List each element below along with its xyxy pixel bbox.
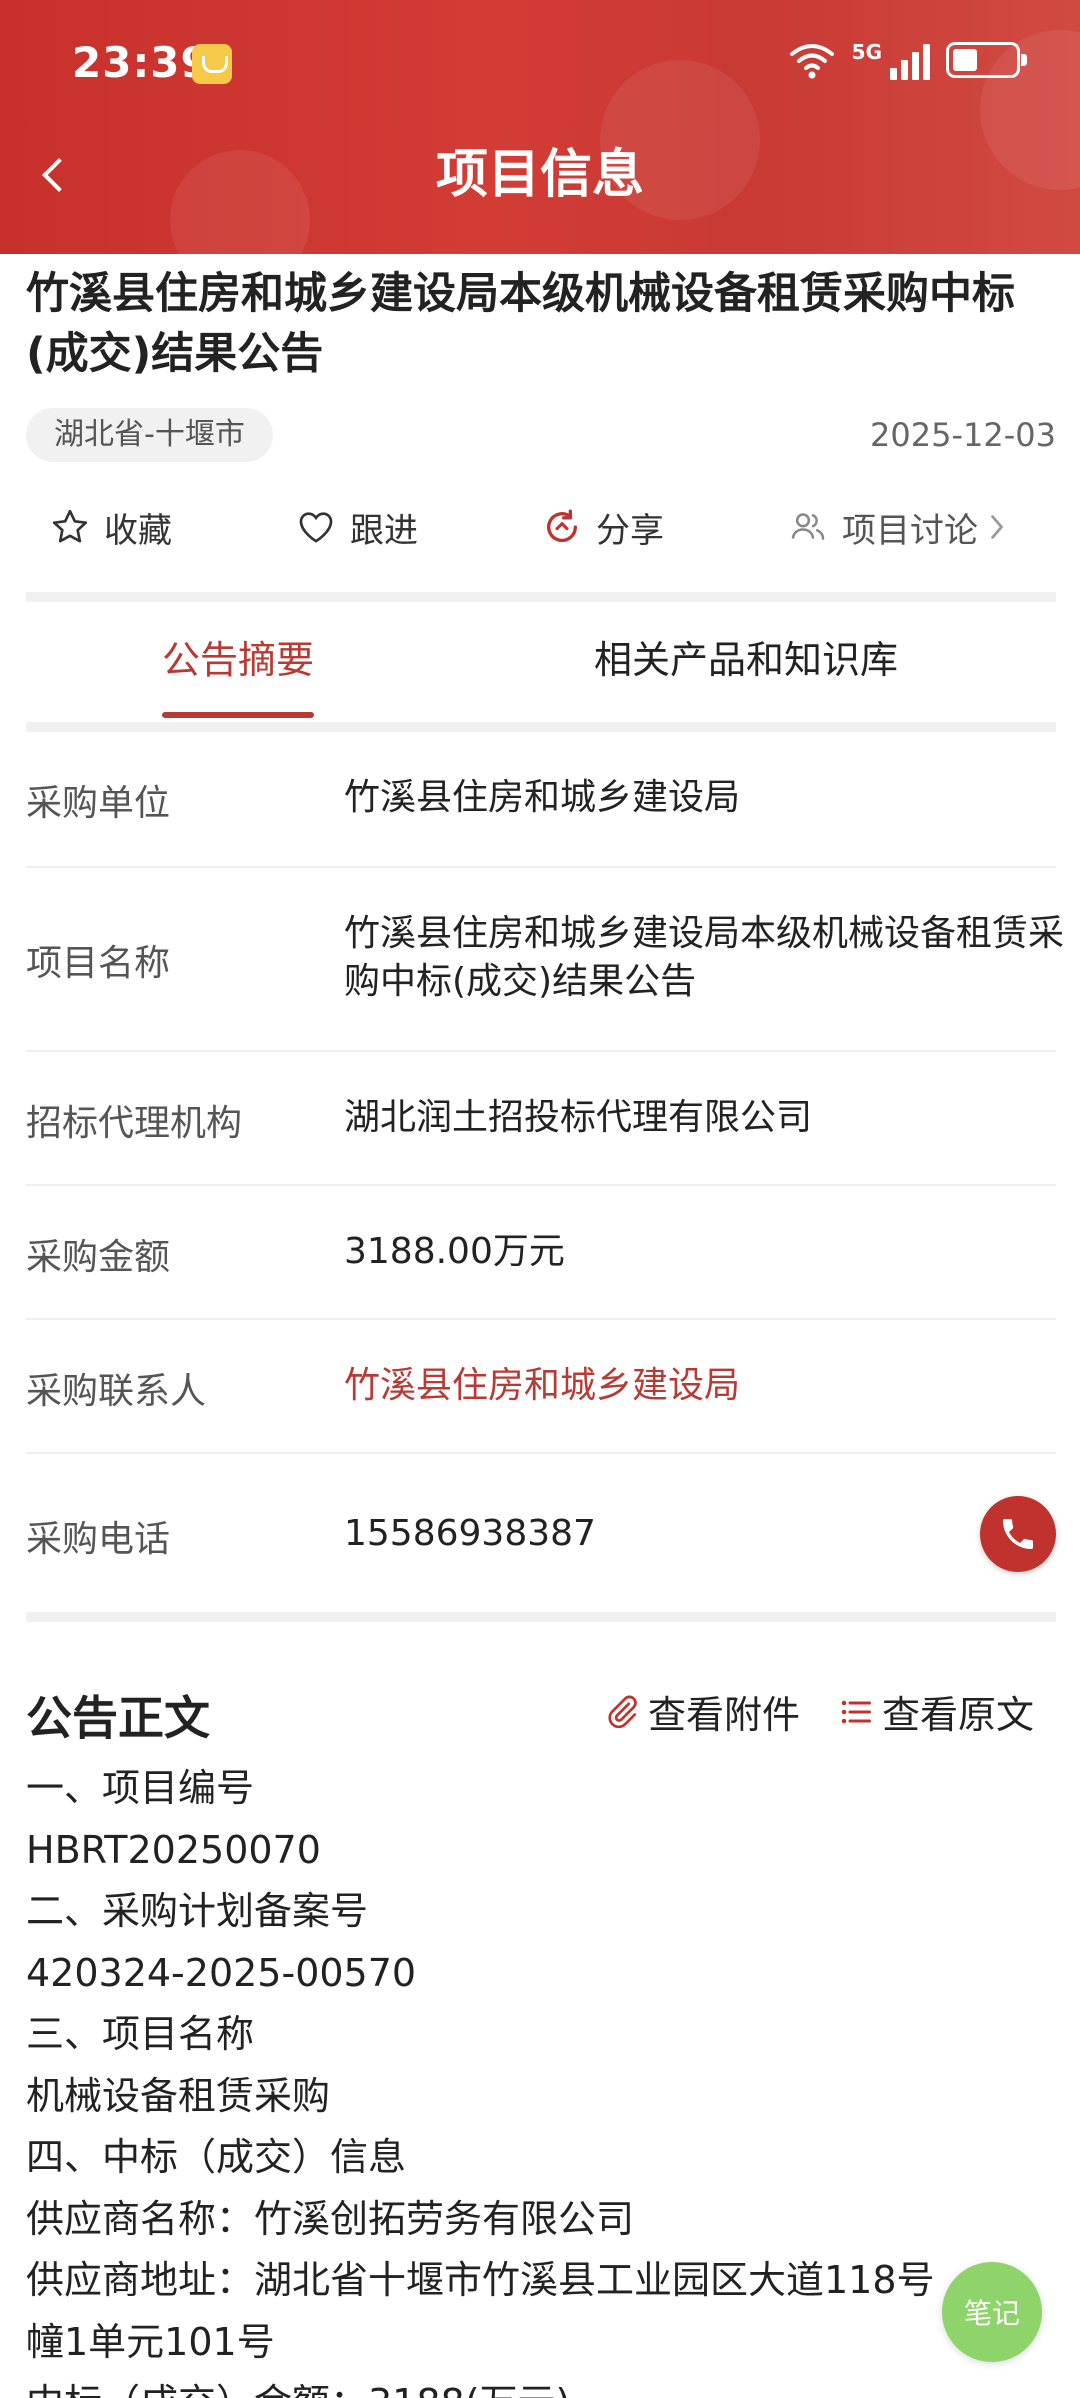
info-label: 采购电话 [26,1519,171,1560]
info-label: 项目名称 [26,943,171,984]
network-type-label: 5G [851,40,882,64]
discuss-label: 项目讨论 [842,510,978,551]
follow-button[interactable]: 跟进 [296,503,418,552]
region-tag: 湖北省-十堰市 [26,408,273,462]
info-value: 15586938387 [344,1513,596,1554]
body-title: 公告正文 [26,1691,210,1745]
body-line: 供应商地址：湖北省十堰市竹溪县工业园区大道118号 [26,2258,935,2302]
body-header: 公告正文 查看附件 查看原文 [26,1676,1056,1746]
info-label: 采购单位 [26,783,171,824]
info-label: 采购金额 [26,1237,171,1278]
view-original-button[interactable]: 查看原文 [838,1684,1034,1739]
section-divider [26,1612,1056,1622]
view-original-label: 查看原文 [882,1693,1035,1737]
share-button[interactable]: 分享 [542,503,664,552]
view-attachments-label: 查看附件 [648,1693,801,1737]
share-icon [547,509,578,543]
body-line: 三、项目名称 [26,2012,255,2056]
heart-icon [299,512,333,543]
status-time: 23:39 [72,38,211,87]
body-line: 中标（成交）金额：3188(万元) [26,2373,1056,2398]
cell-signal-icon [890,40,930,80]
announcement-body: 一、项目编号 HBRT20250070 二、采购计划备案号 420324-202… [26,1758,1056,2398]
body-line: HBRT20250070 [26,1827,321,1872]
tab-related-products[interactable]: 相关产品和知识库 [594,630,898,690]
info-value: 竹溪县住房和城乡建设局 [344,777,741,818]
discuss-button[interactable]: 项目讨论 [788,503,1010,552]
info-row-agency: 招标代理机构 湖北润土招投标代理有限公司 [26,1052,1056,1186]
info-row-purchaser: 采购单位 竹溪县住房和城乡建设局 [26,732,1056,868]
body-line: 幢1单元101号 [26,2319,275,2364]
section-divider [26,722,1056,732]
info-row-contact: 采购联系人 竹溪县住房和城乡建设局 [26,1320,1056,1454]
info-row-amount: 采购金额 3188.00万元 [26,1186,1056,1320]
view-attachments-button[interactable]: 查看附件 [604,1684,800,1739]
info-value: 竹溪县住房和城乡建设局本级机械设备租赁采购中标(成交)结果公告 [344,913,1065,1002]
body-line: 供应商名称：竹溪创拓劳务有限公司 [26,2196,635,2241]
battery-icon [946,42,1027,78]
body-line: 四、中标（成交）信息 [26,2135,407,2179]
status-bar: 23:39 5G [0,0,1080,130]
body-line: 一、项目编号 [26,1766,255,1810]
body-line: 二、采购计划备案号 [26,1889,369,1933]
call-button[interactable] [980,1496,1056,1572]
action-bar: 收藏 跟进 分享 项目讨论 [26,492,1056,562]
star-icon [52,509,88,543]
favorite-button[interactable]: 收藏 [50,503,172,552]
info-label: 招标代理机构 [26,1103,243,1144]
share-label: 分享 [596,510,664,551]
users-icon [791,513,825,540]
body-line: 420324-2025-00570 [26,1950,417,1995]
info-value: 3188.00万元 [344,1231,565,1272]
page-title: 项目信息 [435,145,644,205]
info-row-project-name: 项目名称 竹溪县住房和城乡建设局本级机械设备租赁采购中标(成交)结果公告 [26,868,1064,1052]
tab-bar: 公告摘要 相关产品和知识库 [26,610,1056,722]
body-line: 机械设备租赁采购 [26,2073,331,2118]
contact-link[interactable]: 竹溪县住房和城乡建设局 [344,1362,1064,1410]
note-button[interactable]: 笔记 [942,2262,1042,2362]
info-value: 湖北润土招投标代理有限公司 [344,1097,813,1138]
announcement-title: 竹溪县住房和城乡建设局本级机械设备租赁采购中标(成交)结果公告 [26,269,1015,379]
paperclip-icon [608,1695,637,1728]
follow-label: 跟进 [350,510,418,551]
list-icon [841,1700,871,1723]
notification-app-icon [192,44,232,84]
info-label: 采购联系人 [26,1371,207,1412]
chevron-right-icon [991,515,1004,539]
favorite-label: 收藏 [104,510,172,551]
app-header: 23:39 5G 项目信息 [0,0,1080,254]
section-divider [26,592,1056,602]
publish-date: 2025-12-03 [870,416,1056,454]
wifi-icon [789,44,834,79]
tab-summary[interactable]: 公告摘要 [162,630,315,718]
info-row-phone: 采购电话 15586938387 [26,1454,1056,1612]
phone-icon [1003,1519,1033,1549]
